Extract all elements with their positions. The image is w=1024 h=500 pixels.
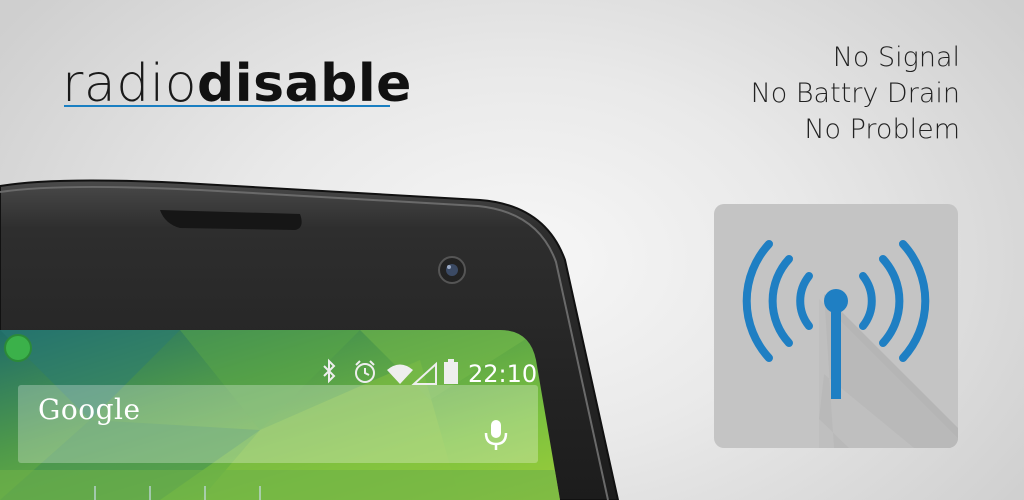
bluetooth-icon [323,358,336,384]
notification-led [4,334,32,362]
google-search-label: Google [38,393,141,426]
antenna-broadcast-icon [742,240,958,448]
alarm-icon [355,360,375,383]
status-clock: 22:10 [468,360,538,388]
banner: radiodisable No Signal No Battry Drain N… [0,0,1024,500]
app-icon-tile [714,204,958,448]
wifi-icon [387,364,413,384]
battery-icon [444,359,458,384]
cell-signal-icon [411,361,437,385]
microphone-icon[interactable] [482,418,510,452]
